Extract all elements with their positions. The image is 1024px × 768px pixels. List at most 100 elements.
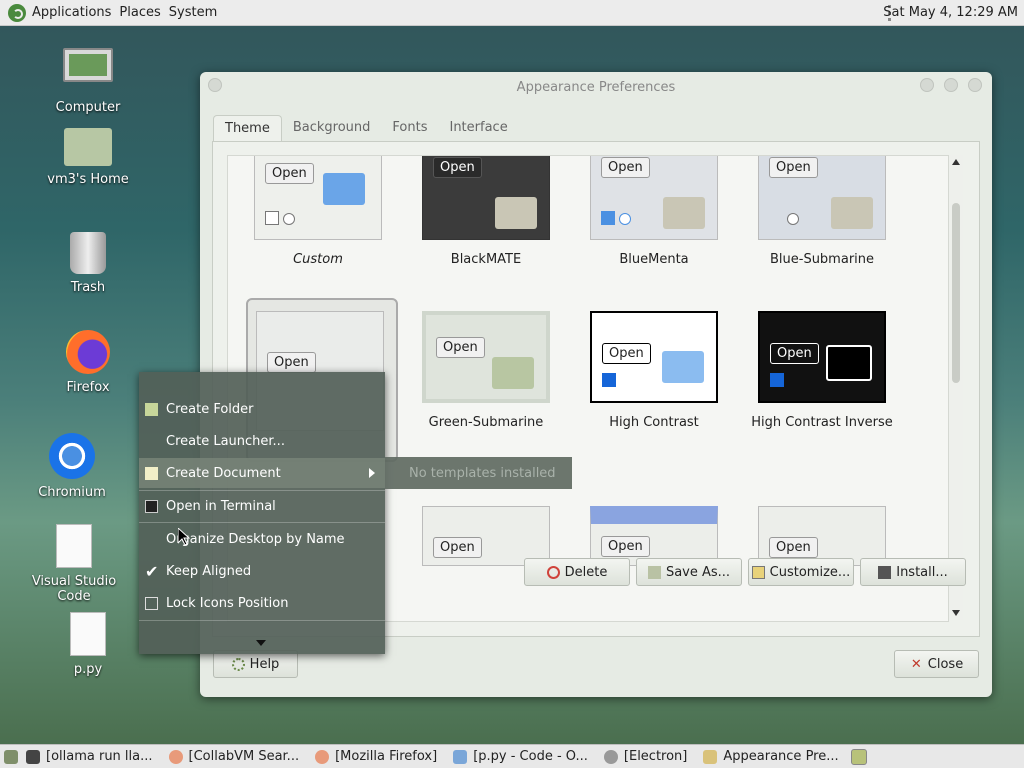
show-desktop-icon[interactable] xyxy=(4,749,18,764)
menu-item-label: Keep Aligned xyxy=(166,563,252,579)
theme-preview: Open xyxy=(590,311,718,403)
menu-item-organize-desktop[interactable]: Organize Desktop by Name xyxy=(139,524,385,554)
tab-interface[interactable]: Interface xyxy=(438,115,518,141)
theme-name: Custom xyxy=(293,252,343,267)
radio-icon xyxy=(787,213,799,225)
desktop-icon-label: Computer xyxy=(55,100,121,115)
minimize-button[interactable] xyxy=(920,78,934,92)
help-button[interactable]: Help xyxy=(213,650,298,678)
theme-name: High Contrast Inverse xyxy=(751,415,893,430)
menu-applications[interactable]: Applications xyxy=(32,5,119,20)
menu-item-label: Lock Icons Position xyxy=(166,595,289,611)
menu-item-open-terminal[interactable]: Open in Terminal xyxy=(139,491,385,521)
tab-fonts[interactable]: Fonts xyxy=(381,115,438,141)
scroll-down-arrow-icon[interactable] xyxy=(256,640,266,646)
tab-theme[interactable]: Theme xyxy=(213,115,282,141)
menu-item-label: Open in Terminal xyxy=(166,498,276,514)
preview-open-button: Open xyxy=(433,157,482,178)
desktop-icon-vscode[interactable]: Visual Studio Code xyxy=(14,524,134,604)
theme-item-green-submarine[interactable]: Open Green-Submarine xyxy=(406,311,566,430)
theme-preview: Open xyxy=(422,156,550,240)
desktop-icon-label: p.py xyxy=(73,662,103,677)
menu-item-create-folder[interactable]: Create Folder xyxy=(139,394,385,424)
theme-item-blackmate[interactable]: Open BlackMATE xyxy=(406,156,566,267)
mate-logo-icon[interactable] xyxy=(8,3,26,22)
taskbar-item-electron[interactable]: [Electron] xyxy=(596,746,695,768)
theme-item-row3-b[interactable]: Open xyxy=(574,506,734,566)
save-as-icon xyxy=(647,565,661,579)
theme-name: Blue-Submarine xyxy=(769,252,875,267)
install-icon xyxy=(878,565,892,579)
theme-preview: Open xyxy=(422,506,550,566)
preview-open-button: Open xyxy=(265,163,314,184)
save-as-label: Save As... xyxy=(665,564,731,580)
taskbar-item-appearance[interactable]: Appearance Pre... xyxy=(695,746,846,768)
desktop-icon-label: Firefox xyxy=(66,380,110,395)
theme-item-high-contrast-inverse[interactable]: Open High Contrast Inverse xyxy=(742,311,902,430)
checkbox-icon xyxy=(602,373,616,387)
delete-label: Delete xyxy=(564,564,608,580)
theme-preview: Open xyxy=(590,156,718,240)
theme-item-row3-c[interactable]: Open xyxy=(742,506,902,566)
close-window-button[interactable] xyxy=(968,78,982,92)
vscode-icon xyxy=(453,749,468,764)
desktop-icon-trash[interactable]: Trash xyxy=(28,232,148,295)
clock[interactable]: Sat May 4, 12:29 AM xyxy=(883,5,1018,20)
desktop-icon-home[interactable]: vm3's Home xyxy=(28,128,148,187)
workspace-switcher-icon[interactable] xyxy=(850,748,867,765)
delete-button[interactable]: Delete xyxy=(524,558,630,586)
firefox-icon xyxy=(315,749,330,764)
install-label: Install... xyxy=(896,564,948,580)
menu-item-label: Create Folder xyxy=(166,401,254,417)
menu-item-keep-aligned[interactable]: ✔ Keep Aligned xyxy=(139,556,385,586)
menu-item-create-launcher[interactable]: Create Launcher... xyxy=(139,426,385,456)
preview-open-button: Open xyxy=(601,536,650,557)
folder-icon xyxy=(495,197,537,229)
checkbox-icon xyxy=(145,596,158,610)
taskbar-item-label: [ollama run lla... xyxy=(46,749,153,764)
taskbar-item-label: Appearance Pre... xyxy=(723,749,839,764)
theme-scrollbar[interactable] xyxy=(949,155,963,620)
theme-preview: Open xyxy=(758,506,886,566)
desktop-icon-p-py[interactable]: p.py xyxy=(28,612,148,677)
taskbar-item-collabvm[interactable]: [CollabVM Sear... xyxy=(161,746,308,768)
document-new-icon xyxy=(145,466,158,480)
appearance-icon xyxy=(703,749,718,764)
customize-button[interactable]: Customize... xyxy=(748,558,854,586)
desktop-icon-computer[interactable]: Computer xyxy=(28,48,148,115)
submenu-arrow-icon xyxy=(369,468,375,478)
save-as-button[interactable]: Save As... xyxy=(636,558,742,586)
theme-item-row3-a[interactable]: Open xyxy=(406,506,566,566)
home-folder-icon xyxy=(64,128,112,166)
menu-item-label: Organize Desktop by Name xyxy=(166,531,345,547)
checkbox-icon xyxy=(601,211,615,225)
preview-open-button: Open xyxy=(267,352,316,373)
taskbar-item-vscode[interactable]: [p.py - Code - O... xyxy=(445,746,596,768)
radio-icon xyxy=(619,213,631,225)
taskbar-item-terminal[interactable]: [ollama run lla... xyxy=(18,746,161,768)
scroll-down-arrow-icon[interactable] xyxy=(952,610,960,616)
radio-icon xyxy=(283,213,295,225)
folder-new-icon xyxy=(145,402,158,416)
theme-item-custom[interactable]: Open Custom xyxy=(238,156,398,267)
menu-places[interactable]: Places xyxy=(119,5,168,20)
theme-item-high-contrast[interactable]: Open High Contrast xyxy=(574,311,734,430)
close-button[interactable]: ✕ Close xyxy=(894,650,979,678)
tab-background[interactable]: Background xyxy=(282,115,382,141)
theme-item-bluementa[interactable]: Open BlueMenta xyxy=(574,156,734,267)
document-icon xyxy=(70,612,106,656)
menu-item-lock-icons[interactable]: Lock Icons Position xyxy=(139,588,385,618)
desktop-icon-chromium[interactable]: Chromium xyxy=(12,433,132,500)
desktop-icon-firefox[interactable]: Firefox xyxy=(28,330,148,395)
taskbar-item-label: [Electron] xyxy=(623,749,688,764)
checkmark-icon xyxy=(769,213,781,225)
menu-system[interactable]: System xyxy=(169,5,225,20)
taskbar-item-label: [p.py - Code - O... xyxy=(473,749,588,764)
maximize-button[interactable] xyxy=(944,78,958,92)
install-button[interactable]: Install... xyxy=(860,558,966,586)
scroll-up-arrow-icon[interactable] xyxy=(952,159,960,165)
scroll-thumb[interactable] xyxy=(952,203,960,383)
menu-item-create-document[interactable]: Create Document xyxy=(139,458,385,488)
taskbar-item-firefox[interactable]: [Mozilla Firefox] xyxy=(307,746,445,768)
theme-item-blue-submarine[interactable]: Open Blue-Submarine xyxy=(742,156,902,267)
